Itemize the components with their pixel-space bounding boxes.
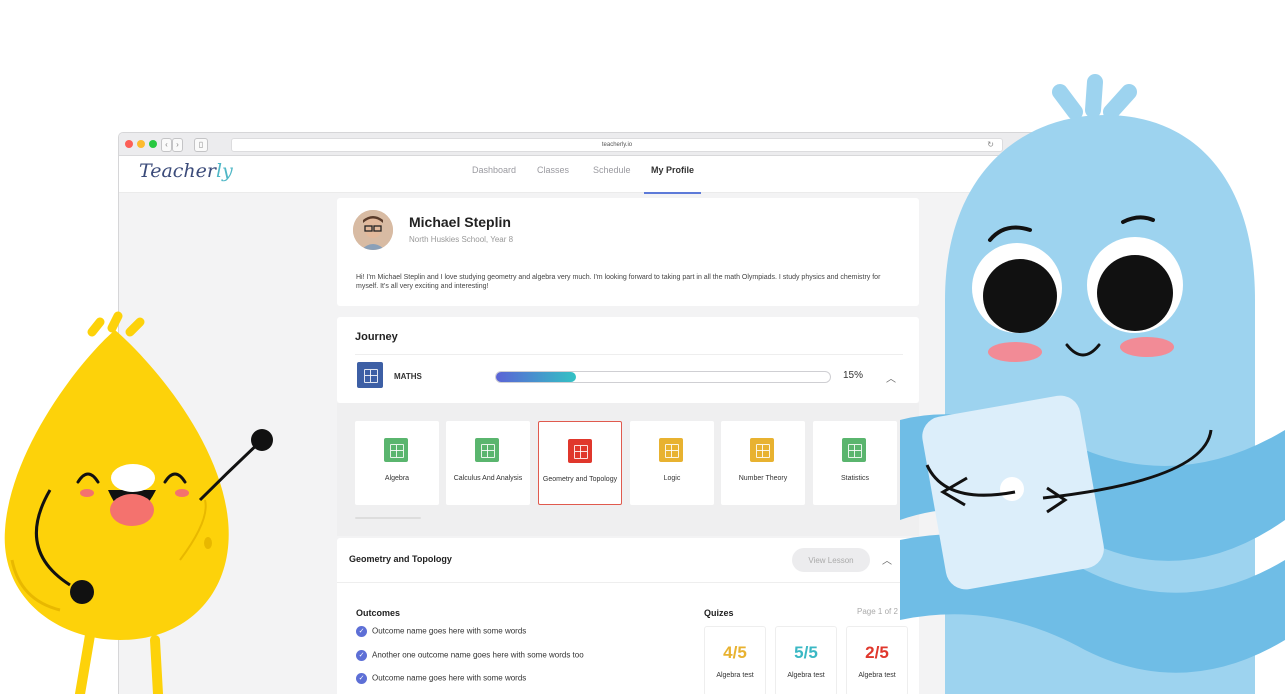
subject-icon	[568, 439, 592, 463]
quiz-card[interactable]: 5/5 Algebra test	[775, 626, 837, 694]
subject-tile-label: Algebra	[384, 475, 410, 482]
quiz-score: 5/5	[794, 643, 818, 662]
nav-schedule[interactable]: Schedule	[593, 156, 631, 192]
subject-tile-label: Calculus And Analysis	[453, 475, 523, 482]
subject-icon	[842, 438, 866, 462]
url-text: teacherly.io	[601, 142, 633, 148]
blue-mascot-illustration	[900, 74, 1285, 694]
horizontal-scroll-indicator[interactable]	[355, 517, 421, 519]
avatar[interactable]	[353, 210, 393, 250]
quiz-label: Algebra test	[716, 672, 754, 679]
progress-fill	[496, 372, 577, 382]
nav-dashboard[interactable]: Dashboard	[472, 156, 516, 192]
subject-strip: Algebra Calculus And Analysis Geometry and…	[337, 403, 919, 536]
check-icon: ✓	[356, 626, 367, 637]
outcome-item: ✓ Another one outcome name goes here with…	[356, 650, 584, 661]
progress-percent: 15%	[843, 370, 864, 381]
nav-my-profile[interactable]: My Profile	[644, 156, 702, 194]
progress-bar	[495, 371, 831, 383]
outcome-text: Outcome name goes here with some words	[372, 626, 527, 636]
avatar-image	[353, 210, 393, 250]
quiz-label: Algebra test	[787, 672, 825, 679]
subject-tile-label: Number Theory	[738, 475, 788, 482]
nav-classes[interactable]: Classes	[537, 156, 569, 192]
lesson-card: Geometry and Topology View Lesson ︿ Outc…	[337, 538, 919, 694]
subject-tile[interactable]: Logic	[630, 421, 714, 505]
journey-title: Journey	[355, 331, 398, 343]
outcome-text: Another one outcome name goes here with …	[372, 650, 584, 660]
maths-icon	[357, 362, 383, 388]
profile-card: Michael Steplin North Huskies School, Ye…	[337, 198, 919, 306]
subject-label: MATHS	[394, 372, 422, 381]
quiz-card[interactable]: 4/5 Algebra test	[704, 626, 766, 694]
outcome-item: ✓ Outcome name goes here with some words	[356, 626, 526, 637]
view-lesson-button[interactable]: View Lesson	[792, 548, 870, 572]
subject-tile-label: Geometry and Topology	[542, 476, 618, 483]
subject-tile[interactable]: Geometry and Topology	[538, 421, 622, 505]
journey-card: Journey MATHS 15% ︿	[337, 317, 919, 403]
subject-tile[interactable]: Number Theory	[721, 421, 805, 505]
subject-icon	[384, 438, 408, 462]
lesson-title: Geometry and Topology	[349, 554, 452, 564]
subject-icon	[659, 438, 683, 462]
outcomes-title: Outcomes	[356, 608, 401, 618]
outcome-text: Outcome name goes here with some words	[372, 673, 527, 683]
profile-school: North Huskies School, Year 8	[409, 235, 514, 244]
lesson-header: Geometry and Topology View Lesson ︿	[337, 538, 919, 583]
yellow-mascot-illustration	[4, 311, 273, 694]
profile-bio: Hi! I'm Michael Steplin and I love study…	[356, 274, 881, 290]
subject-tile-label: Logic	[663, 475, 681, 482]
subject-tile[interactable]: Calculus And Analysis	[446, 421, 530, 505]
quiz-score: 4/5	[723, 643, 747, 662]
profile-name: Michael Steplin	[409, 214, 511, 230]
check-icon: ✓	[356, 650, 367, 661]
subject-icon	[750, 438, 774, 462]
outcome-item: ✓ Outcome name goes here with some words	[356, 673, 526, 684]
subject-icon	[475, 438, 499, 462]
quizzes-title: Quizes	[704, 608, 734, 618]
subject-tile[interactable]: Algebra	[355, 421, 439, 505]
check-icon: ✓	[356, 673, 367, 684]
